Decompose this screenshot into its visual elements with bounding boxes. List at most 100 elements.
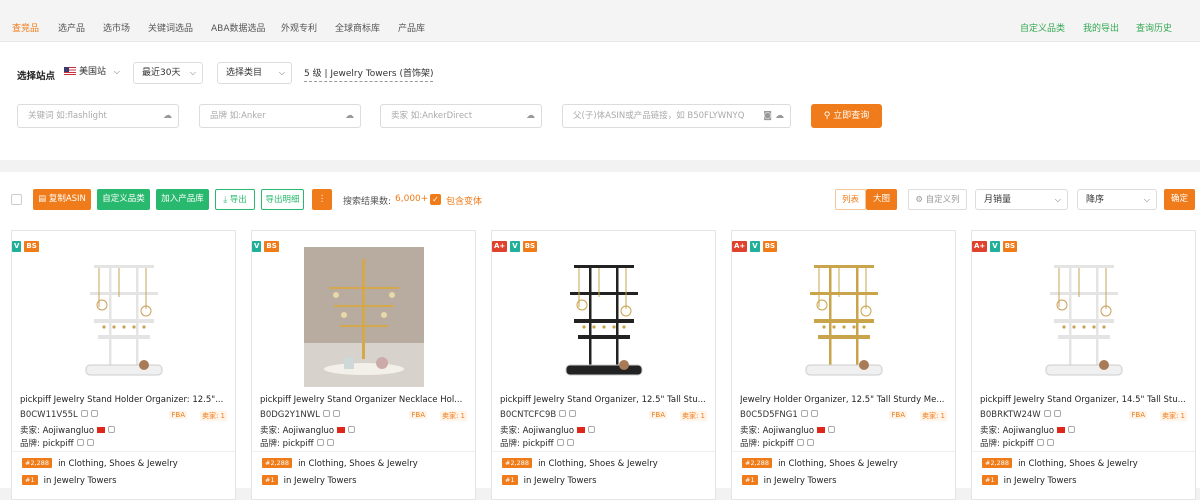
copy-icon[interactable] [556, 439, 564, 446]
rank-category[interactable]: in Clothing, Shoes & Jewelry [1018, 459, 1138, 469]
upload-icon[interactable]: ☁ [775, 105, 784, 127]
brand-name[interactable]: pickpiff [763, 439, 794, 449]
product-asin[interactable]: B0C5D5FNG1 [740, 410, 818, 420]
external-link-icon[interactable] [566, 439, 574, 446]
custom-category-link[interactable]: 自定义品类 [1020, 0, 1065, 42]
brand-name[interactable]: pickpiff [283, 439, 314, 449]
product-image[interactable] [64, 247, 184, 387]
product-title[interactable]: Jewelry Holder Organizer, 12.5" Tall Stu… [740, 395, 952, 405]
external-link-icon[interactable] [1046, 439, 1054, 446]
rank-category[interactable]: in Jewelry Towers [284, 476, 357, 486]
custom-column-button[interactable]: ⚙ 自定义列 [908, 189, 967, 210]
upload-icon[interactable]: ☁ [526, 105, 535, 127]
rank-category[interactable]: in Jewelry Towers [44, 476, 117, 486]
seller-name[interactable]: Aojiwangluo [283, 426, 334, 436]
external-link-icon[interactable] [90, 410, 98, 417]
confirm-button[interactable]: 确定 [1164, 189, 1195, 210]
copy-asin-button[interactable]: ▤ 复制ASIN [33, 189, 91, 210]
external-link-icon[interactable] [810, 410, 818, 417]
product-title[interactable]: pickpiff Jewelry Stand Organizer, 12.5" … [500, 395, 712, 405]
sort-order-select[interactable]: 降序 ⌵ [1077, 189, 1157, 210]
product-asin[interactable]: B0BRKTW24W [980, 410, 1061, 420]
copy-icon[interactable] [76, 439, 84, 446]
product-asin[interactable]: B0DG2Y1NWL [260, 410, 340, 420]
rank-category[interactable]: in Jewelry Towers [764, 476, 837, 486]
product-image[interactable] [784, 247, 904, 387]
more-button[interactable]: ⋮ [312, 189, 332, 210]
tab-trademark[interactable]: 全球商标库 [335, 0, 380, 42]
select-all-checkbox[interactable] [11, 194, 22, 205]
asin-input[interactable]: 父(子)体ASIN或产品链接，如 B50FLYWNYQ ◙ ☁ [562, 104, 791, 128]
product-title[interactable]: pickpiff Jewelry Stand Holder Organizer:… [20, 395, 232, 405]
external-link-icon[interactable] [828, 426, 836, 433]
keyword-input[interactable]: 关键词 如:flashlight ☁ [17, 104, 179, 128]
copy-icon[interactable] [80, 410, 88, 417]
include-variants-checkbox[interactable]: ✓ [430, 194, 441, 205]
product-card[interactable]: A+ V BS pickpiff Jewelry Stand Organizer, 1… [971, 230, 1196, 500]
external-link-icon[interactable] [108, 426, 116, 433]
seller-name[interactable]: Aojiwangluo [523, 426, 574, 436]
tab-select-market[interactable]: 选市场 [103, 0, 130, 42]
large-view-button[interactable]: 大图 [866, 189, 897, 210]
product-title[interactable]: pickpiff Jewelry Stand Organizer, 14.5" … [980, 395, 1192, 405]
external-link-icon[interactable] [1068, 426, 1076, 433]
copy-icon[interactable] [316, 439, 324, 446]
copy-icon[interactable] [796, 439, 804, 446]
add-product-lib-button[interactable]: 加入产品库 [156, 189, 209, 210]
product-card[interactable]: A+ V BS Jewelry Holder Organizer, 12.5" Tal… [731, 230, 956, 500]
rank-category[interactable]: in Clothing, Shoes & Jewelry [58, 459, 178, 469]
external-link-icon[interactable] [569, 410, 577, 417]
product-image[interactable] [544, 247, 664, 387]
upload-icon[interactable]: ☁ [345, 105, 354, 127]
brand-name[interactable]: pickpiff [523, 439, 554, 449]
site-select[interactable]: 美国站 ⌵ [60, 62, 126, 84]
copy-icon[interactable] [1036, 439, 1044, 446]
tab-keyword-select[interactable]: 关键词选品 [148, 0, 193, 42]
external-link-icon[interactable] [588, 426, 596, 433]
external-link-icon[interactable] [326, 439, 334, 446]
external-link-icon[interactable] [806, 439, 814, 446]
custom-category-button[interactable]: 自定义品类 [97, 189, 150, 210]
brand-name[interactable]: pickpiff [1003, 439, 1034, 449]
search-button[interactable]: ⚲ 立即查询 [811, 104, 882, 128]
tab-product-lib[interactable]: 产品库 [398, 0, 425, 42]
external-link-icon[interactable] [332, 410, 340, 417]
product-card[interactable]: V BS pickpiff Jewelry Stand Organizer Neck… [251, 230, 476, 500]
category-select[interactable]: 选择类目 ⌵ [217, 62, 292, 84]
query-history-link[interactable]: 查询历史 [1136, 0, 1172, 42]
product-title[interactable]: pickpiff Jewelry Stand Organizer Necklac… [260, 395, 472, 405]
external-link-icon[interactable] [86, 439, 94, 446]
seller-input[interactable]: 卖家 如:AnkerDirect ☁ [380, 104, 542, 128]
external-link-icon[interactable] [1053, 410, 1061, 417]
rank-category[interactable]: in Jewelry Towers [1004, 476, 1077, 486]
period-select[interactable]: 最近30天 ⌵ [133, 62, 203, 84]
product-image[interactable] [1024, 247, 1144, 387]
copy-icon[interactable] [322, 410, 330, 417]
brand-input[interactable]: 品牌 如:Anker ☁ [199, 104, 361, 128]
product-card[interactable]: V BS pickpiff Jewelry Stand Holder Organiz… [11, 230, 236, 500]
copy-icon[interactable] [1043, 410, 1051, 417]
brand-name[interactable]: pickpiff [43, 439, 74, 449]
export-button[interactable]: ⤓ 导出 [215, 189, 255, 210]
tab-aba-select[interactable]: ABA数据选品 [211, 0, 266, 42]
product-card[interactable]: A+ V BS pickpiff Jewelry Stand Organizer, 1… [491, 230, 716, 500]
list-view-button[interactable]: 列表 [835, 189, 866, 210]
upload-icon[interactable]: ☁ [163, 105, 172, 127]
my-exports-link[interactable]: 我的导出 [1083, 0, 1119, 42]
seller-name[interactable]: Aojiwangluo [43, 426, 94, 436]
rank-category[interactable]: in Clothing, Shoes & Jewelry [298, 459, 418, 469]
copy-icon[interactable] [559, 410, 567, 417]
sort-field-select[interactable]: 月销量 ⌵ [975, 189, 1068, 210]
product-image[interactable] [303, 247, 424, 387]
product-asin[interactable]: B0CNTCFC9B [500, 410, 577, 420]
export-detail-button[interactable]: 导出明细 [261, 189, 304, 210]
seller-name[interactable]: Aojiwangluo [763, 426, 814, 436]
tab-design-patent[interactable]: 外观专利 [281, 0, 317, 42]
product-asin[interactable]: B0CW11V55L [20, 410, 98, 420]
external-link-icon[interactable] [348, 426, 356, 433]
copy-icon[interactable] [800, 410, 808, 417]
rank-category[interactable]: in Clothing, Shoes & Jewelry [778, 459, 898, 469]
seller-name[interactable]: Aojiwangluo [1003, 426, 1054, 436]
rank-category[interactable]: in Jewelry Towers [524, 476, 597, 486]
tab-competitor[interactable]: 查竞品 [12, 0, 39, 42]
